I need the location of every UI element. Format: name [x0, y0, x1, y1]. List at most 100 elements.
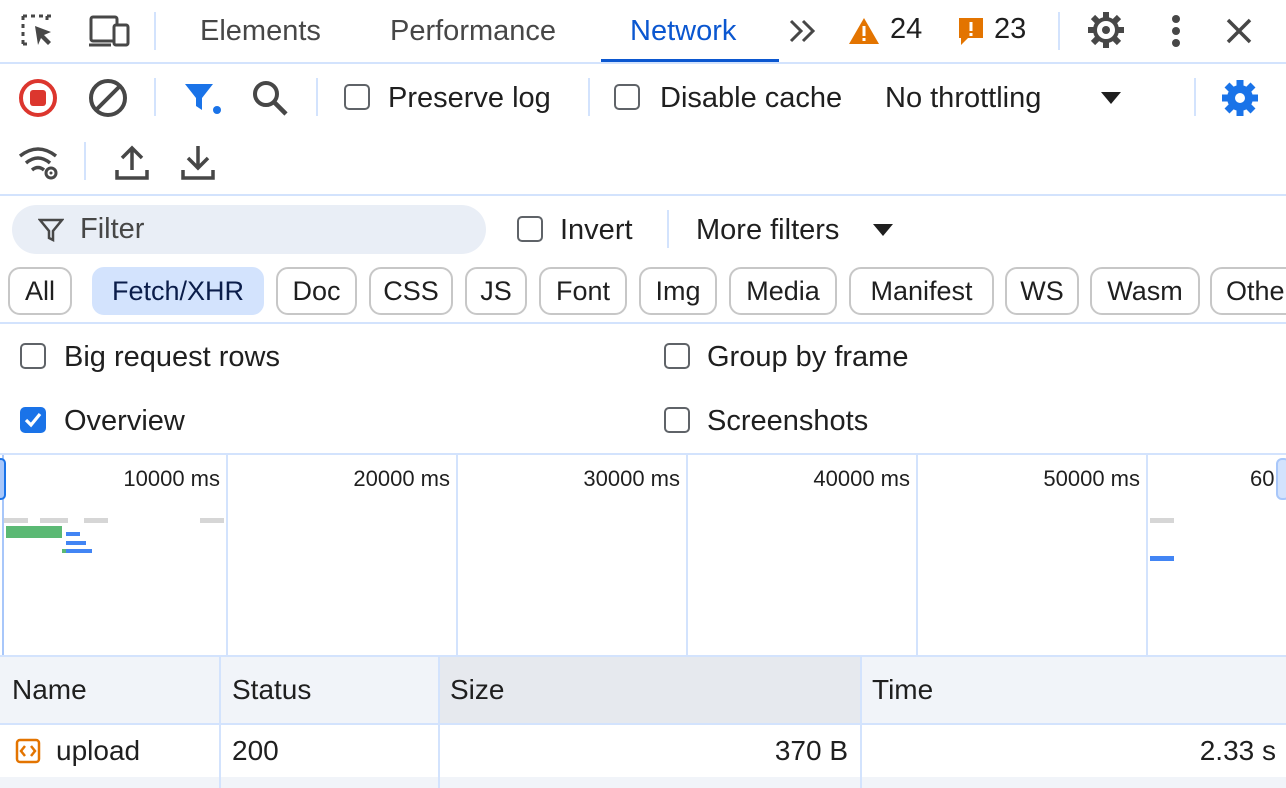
type-filter-fetch-xhr[interactable]: Fetch/XHR [92, 267, 264, 315]
network-conditions-icon[interactable] [16, 140, 62, 184]
device-toolbar-icon[interactable] [86, 10, 132, 52]
invert-label: Invert [560, 214, 633, 246]
toolbar-divider [0, 194, 1286, 196]
column-header-name[interactable]: Name [12, 674, 87, 706]
inspect-element-icon[interactable] [16, 10, 60, 52]
timeline-request-bar [40, 518, 68, 523]
chevron-down-icon[interactable] [1096, 86, 1126, 110]
separator [1058, 12, 1060, 50]
separator [588, 78, 590, 116]
tabbar-divider [0, 62, 1286, 64]
overview-label: Overview [64, 405, 185, 437]
close-icon[interactable] [1218, 10, 1260, 52]
timeline-gridline [686, 455, 688, 655]
timeline-tick-label: 60 [1250, 466, 1275, 491]
timeline-request-bar [1150, 518, 1174, 523]
request-time: 2.33 s [1199, 735, 1276, 766]
tab-performance[interactable]: Performance [390, 0, 556, 62]
network-settings-gear-icon[interactable] [1218, 76, 1262, 120]
column-header-time[interactable]: Time [872, 674, 933, 706]
disable-cache-checkbox[interactable] [614, 84, 640, 110]
settings-gear-icon[interactable] [1084, 8, 1128, 52]
preserve-log-label: Preserve log [388, 82, 551, 114]
timeline-tick-label: 50000 ms [1043, 466, 1140, 491]
invert-checkbox[interactable] [517, 216, 543, 242]
timeline-tick-label: 40000 ms [813, 466, 910, 491]
search-icon[interactable] [248, 76, 292, 120]
separator [1194, 78, 1196, 116]
type-filter-js[interactable]: JS [465, 267, 527, 315]
table-row-stripe [0, 777, 1286, 788]
kebab-menu-icon[interactable] [1158, 10, 1194, 52]
type-filter-manifest[interactable]: Manifest [849, 267, 994, 315]
issue-count[interactable]: 23 [994, 13, 1026, 46]
tab-elements[interactable]: Elements [200, 0, 321, 62]
column-header-size[interactable]: Size [450, 674, 504, 706]
filter-input[interactable]: Filter [12, 205, 486, 254]
timeline-request-bar [200, 518, 224, 523]
clear-icon[interactable] [86, 76, 130, 120]
separator [84, 142, 86, 180]
screenshots-checkbox[interactable] [664, 407, 690, 433]
group-by-frame-label: Group by frame [707, 341, 909, 373]
more-filters-dropdown[interactable]: More filters [696, 213, 839, 247]
type-filter-media[interactable]: Media [729, 267, 837, 315]
chevron-down-icon[interactable] [868, 218, 898, 242]
timeline-request-bar [66, 532, 80, 536]
type-filter-font[interactable]: Font [539, 267, 627, 315]
type-filter-ws[interactable]: WS [1005, 267, 1079, 315]
timeline-request-bar [1150, 556, 1174, 561]
timeline-tick-label: 30000 ms [583, 466, 680, 491]
filter-placeholder: Filter [80, 213, 145, 245]
column-separator [438, 657, 440, 788]
timeline-request-bar [4, 518, 28, 523]
warning-count[interactable]: 24 [890, 13, 922, 46]
overview-checkbox[interactable] [20, 407, 46, 433]
column-separator [219, 657, 221, 788]
timeline-tick-label: 10000 ms [123, 466, 220, 491]
timeline-gridline [916, 455, 918, 655]
timeline-gridline [456, 455, 458, 655]
request-name[interactable]: upload [56, 735, 140, 767]
disable-cache-label: Disable cache [660, 82, 843, 114]
timeline-tick-label: 20000 ms [353, 466, 450, 491]
separator [316, 78, 318, 116]
column-separator [860, 657, 862, 788]
separator [154, 78, 156, 116]
overview-left-handle[interactable] [0, 458, 6, 500]
big-request-rows-label: Big request rows [64, 341, 280, 373]
request-size: 370 B [774, 735, 848, 766]
throttling-select[interactable]: No throttling [885, 81, 1041, 115]
timeline-request-bar [6, 526, 62, 538]
type-filter-doc[interactable]: Doc [276, 267, 357, 315]
type-filter-other[interactable]: Othe [1210, 267, 1286, 315]
preserve-log-checkbox[interactable] [344, 84, 370, 110]
tab-network[interactable]: Network [630, 0, 736, 62]
timeline-gridline [226, 455, 228, 655]
big-request-rows-checkbox[interactable] [20, 343, 46, 369]
issue-icon[interactable] [954, 14, 988, 48]
timeline-gridline [1146, 455, 1148, 655]
download-har-icon[interactable] [176, 140, 220, 184]
filter-funnel-icon [36, 215, 66, 245]
group-by-frame-checkbox[interactable] [664, 343, 690, 369]
separator [154, 12, 156, 50]
screenshots-label: Screenshots [707, 405, 869, 437]
overview-right-handle[interactable] [1276, 458, 1286, 500]
warning-icon[interactable] [846, 14, 882, 48]
filter-funnel-icon[interactable] [180, 76, 226, 120]
type-filter-img[interactable]: Img [639, 267, 717, 315]
upload-har-icon[interactable] [110, 140, 154, 184]
timeline-request-bar [84, 518, 108, 523]
checkmark-icon [24, 412, 42, 428]
column-header-status[interactable]: Status [232, 674, 311, 706]
timeline-request-bar [66, 541, 86, 545]
stop-recording-icon[interactable] [16, 76, 60, 120]
type-filter-wasm[interactable]: Wasm [1090, 267, 1200, 315]
type-filter-css[interactable]: CSS [369, 267, 453, 315]
filters-divider [0, 322, 1286, 324]
type-filter-all[interactable]: All [8, 267, 72, 315]
separator [667, 210, 669, 248]
timeline-request-bar [66, 549, 92, 553]
more-tabs-icon[interactable] [784, 12, 822, 50]
